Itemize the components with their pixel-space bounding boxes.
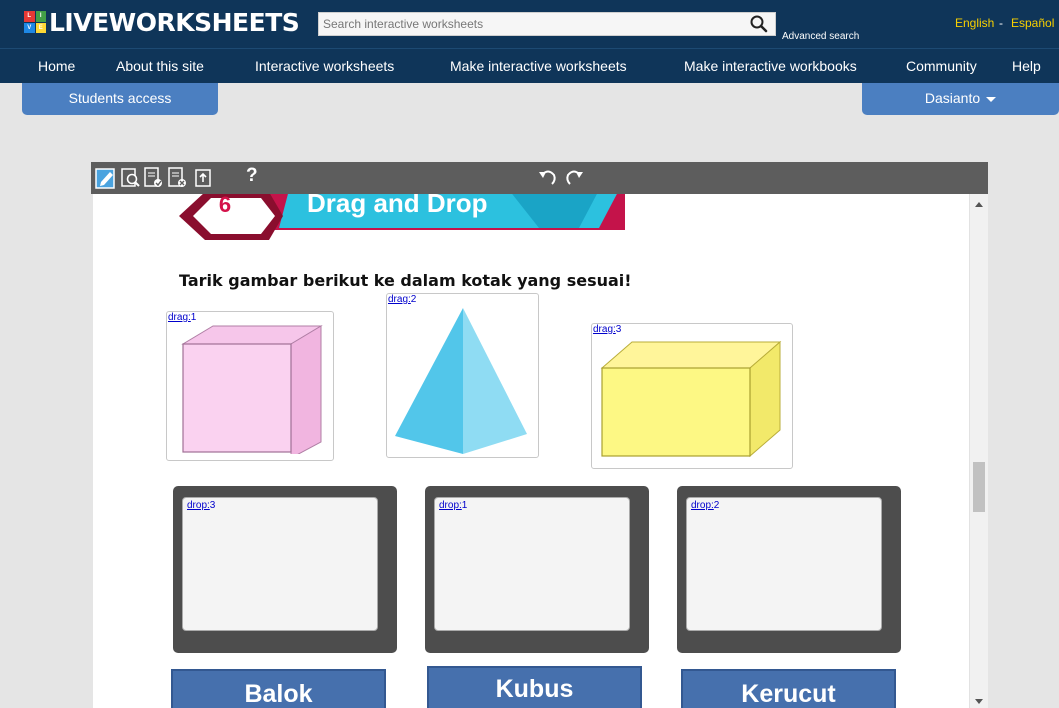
nav-home[interactable]: Home: [38, 58, 75, 74]
scroll-up-icon[interactable]: [975, 202, 983, 207]
logo-cubes-icon: L I V E: [24, 11, 46, 33]
label-balok: Balok: [171, 669, 386, 708]
lang-english-link[interactable]: English: [955, 16, 994, 30]
reset-answers-icon[interactable]: [167, 166, 189, 190]
drag-item-2[interactable]: drag:2: [386, 293, 539, 458]
worksheet-page: 6 Drag and Drop Tarik gambar berikut ke …: [93, 194, 969, 708]
drag-item-3[interactable]: drag:3: [591, 323, 793, 469]
drag-label: drag:3: [593, 324, 622, 335]
nav-make-workbooks[interactable]: Make interactive workbooks: [684, 58, 857, 74]
nav-community[interactable]: Community: [906, 58, 977, 74]
pyramid-icon: [395, 308, 527, 454]
edit-mode-icon[interactable]: [95, 166, 117, 190]
undo-icon[interactable]: [537, 166, 559, 190]
label-kubus: Kubus: [427, 666, 642, 708]
search-input[interactable]: [319, 13, 739, 35]
section-banner: 6 Drag and Drop: [179, 194, 625, 244]
redo-icon[interactable]: [563, 166, 585, 190]
help-icon[interactable]: ?: [246, 165, 258, 187]
drop-label: drop:1: [439, 500, 468, 511]
search-icon[interactable]: [749, 14, 769, 34]
drop-zone-3[interactable]: drop:2: [677, 486, 901, 653]
cuboid-icon: [600, 340, 782, 458]
drop-label: drop:3: [187, 500, 216, 511]
drag-label: drag:2: [388, 294, 417, 305]
site-logo[interactable]: L I V E LIVEWORKSHEETS: [24, 7, 300, 37]
drop-area[interactable]: drop:2: [686, 497, 882, 631]
nav-interactive-worksheets[interactable]: Interactive worksheets: [255, 58, 394, 74]
scroll-thumb[interactable]: [973, 462, 985, 512]
label-kerucut: Kerucut: [681, 669, 896, 708]
caret-down-icon: [986, 96, 997, 102]
main-nav: Home About this site Interactive workshe…: [0, 48, 1059, 83]
drop-area[interactable]: drop:1: [434, 497, 630, 631]
user-name: Dasianto: [924, 90, 981, 106]
nav-about[interactable]: About this site: [116, 58, 204, 74]
export-icon[interactable]: [193, 166, 215, 190]
banner-title: Drag and Drop: [307, 194, 488, 218]
logo-text: LIVEWORKSHEETS: [49, 7, 300, 37]
page-scrollbar[interactable]: [969, 194, 988, 708]
drop-area[interactable]: drop:3: [182, 497, 378, 631]
drop-zone-2[interactable]: drop:1: [425, 486, 649, 653]
check-answers-icon[interactable]: [143, 166, 165, 190]
lang-separator: -: [999, 16, 1003, 30]
instruction-text: Tarik gambar berikut ke dalam kotak yang…: [179, 271, 632, 290]
nav-make-worksheets[interactable]: Make interactive worksheets: [450, 58, 627, 74]
students-access-label: Students access: [68, 90, 172, 106]
search-box: [318, 12, 776, 36]
drag-label: drag:1: [168, 312, 197, 323]
advanced-search-link[interactable]: Advanced search: [782, 31, 859, 42]
scroll-down-icon[interactable]: [975, 699, 983, 704]
nav-help[interactable]: Help: [1012, 58, 1041, 74]
banner-number: 6: [218, 194, 232, 217]
lang-spanish-link[interactable]: Español: [1011, 16, 1054, 30]
zoom-page-icon[interactable]: [120, 166, 142, 190]
worksheet-toolbar: ?: [91, 162, 988, 194]
drag-item-1[interactable]: drag:1: [166, 311, 334, 461]
drop-label: drop:2: [691, 500, 720, 511]
drop-zone-1[interactable]: drop:3: [173, 486, 397, 653]
user-menu-tab[interactable]: Dasianto: [862, 83, 1059, 115]
top-header: L I V E LIVEWORKSHEETS Advanced search E…: [0, 0, 1059, 48]
students-access-tab[interactable]: Students access: [22, 83, 218, 115]
cube-icon: [181, 325, 323, 454]
